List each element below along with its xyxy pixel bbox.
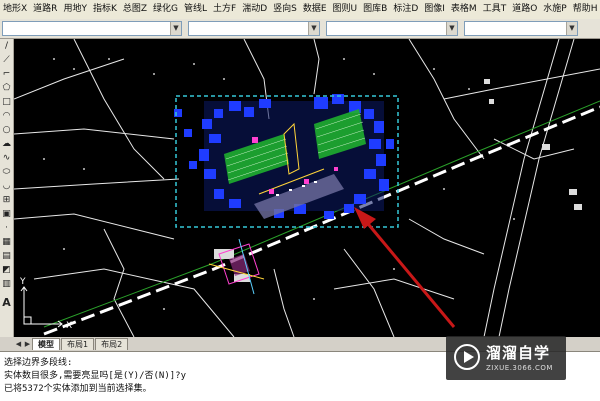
cad-drawing: X Y (14, 39, 600, 337)
hatch-icon[interactable]: ▦ (1, 237, 12, 248)
multiline-text-icon[interactable]: A (1, 297, 12, 308)
rectangle-icon[interactable]: □ (1, 97, 12, 108)
menu-tools[interactable]: 工具T (480, 0, 510, 19)
menu-drawing-rules[interactable]: 图则U (330, 0, 361, 19)
tab-next-icon[interactable]: ▶ (23, 338, 32, 350)
spline-icon[interactable]: ∿ (1, 153, 12, 164)
command-history-line: 选择边界多段线: (4, 358, 73, 368)
menu-help[interactable]: 帮助H (570, 0, 600, 19)
ucs-y-label: Y (19, 277, 26, 287)
revision-cloud-icon[interactable]: ☁ (1, 139, 12, 150)
command-history-line: 实体数目很多,需要亮显吗[是(Y)/否(N)]?y (4, 371, 187, 381)
cad-application-window: 地形X 道路R 用地Y 指标K 总图Z 绿化G 管线L 土方F 湍动D 竖向S … (0, 0, 600, 401)
menu-earthwork[interactable]: 土方F (210, 0, 239, 19)
menu-table[interactable]: 表格M (448, 0, 480, 19)
line-tool-icon[interactable]: / (1, 41, 12, 52)
menu-vertical[interactable]: 竖向S (270, 0, 300, 19)
chevron-down-icon[interactable]: ▼ (446, 22, 457, 35)
menu-drainage[interactable]: 湍动D (239, 0, 270, 19)
lineweight-combo[interactable]: ▼ (464, 21, 578, 36)
construction-line-icon[interactable]: ⟋ (1, 55, 12, 66)
chevron-down-icon[interactable]: ▼ (566, 22, 577, 35)
insert-block-icon[interactable]: ⊞ (1, 195, 12, 206)
drawing-canvas[interactable]: X Y (14, 39, 600, 337)
tab-layout2[interactable]: 布局2 (95, 338, 129, 350)
menu-data[interactable]: 数据E (300, 0, 330, 19)
polyline-icon[interactable]: ⌐ (1, 69, 12, 80)
menu-annotation[interactable]: 标注D (390, 0, 421, 19)
color-combo[interactable]: ▼ (188, 21, 320, 36)
tab-layout1[interactable]: 布局1 (61, 338, 95, 350)
properties-toolbar: ▼ ▼ ▼ ▼ (0, 19, 600, 39)
tab-first-icon[interactable]: ◀ (14, 338, 23, 350)
menu-road-o[interactable]: 道路O (509, 0, 540, 19)
menu-image[interactable]: 图像I (421, 0, 448, 19)
gradient-icon[interactable]: ▤ (1, 251, 12, 262)
linetype-combo[interactable]: ▼ (326, 21, 458, 36)
menu-bar: 地形X 道路R 用地Y 指标K 总图Z 绿化G 管线L 土方F 湍动D 竖向S … (0, 0, 600, 20)
watermark-name: 溜溜自学 (486, 344, 551, 362)
chevron-down-icon[interactable]: ▼ (170, 22, 181, 35)
layer-combo[interactable]: ▼ (2, 21, 182, 36)
ellipse-icon[interactable]: ⬭ (1, 167, 12, 178)
menu-land-use[interactable]: 用地Y (60, 0, 90, 19)
point-icon[interactable]: · (1, 223, 12, 234)
menu-pipeline[interactable]: 管线L (181, 0, 210, 19)
menu-terrain[interactable]: 地形X (0, 0, 30, 19)
circle-icon[interactable]: ○ (1, 125, 12, 136)
menu-water[interactable]: 水施P (540, 0, 569, 19)
menu-indicators[interactable]: 指标K (90, 0, 120, 19)
draw-toolbar: / ⟋ ⌐ ⬠ □ ◠ ○ ☁ ∿ ⬭ ◡ ⊞ ▣ · ▦ ▤ ◩ ▥ A (0, 39, 14, 337)
menu-road[interactable]: 道路R (30, 0, 60, 19)
menu-library[interactable]: 图库B (360, 0, 390, 19)
menu-general-plan[interactable]: 总图Z (120, 0, 150, 19)
ucs-icon (20, 286, 63, 328)
selected-entities (174, 94, 394, 219)
command-history-line: 已将5372个实体添加到当前选择集。 (4, 384, 152, 394)
watermark: 溜溜自学 ZIXUE.3066.COM (446, 336, 566, 380)
interchange-detail (208, 238, 265, 295)
watermark-url: ZIXUE.3066.COM (486, 364, 553, 372)
ellipse-arc-icon[interactable]: ◡ (1, 181, 12, 192)
menu-greening[interactable]: 绿化G (150, 0, 181, 19)
make-block-icon[interactable]: ▣ (1, 209, 12, 220)
tab-model[interactable]: 模型 (32, 338, 60, 350)
table-icon[interactable]: ▥ (1, 279, 12, 290)
region-icon[interactable]: ◩ (1, 265, 12, 276)
arc-icon[interactable]: ◠ (1, 111, 12, 122)
annotation-arrow (354, 207, 456, 328)
chevron-down-icon[interactable]: ▼ (308, 22, 319, 35)
polygon-icon[interactable]: ⬠ (1, 83, 12, 94)
play-logo-icon (454, 344, 480, 370)
ucs-x-label: X (66, 321, 72, 331)
